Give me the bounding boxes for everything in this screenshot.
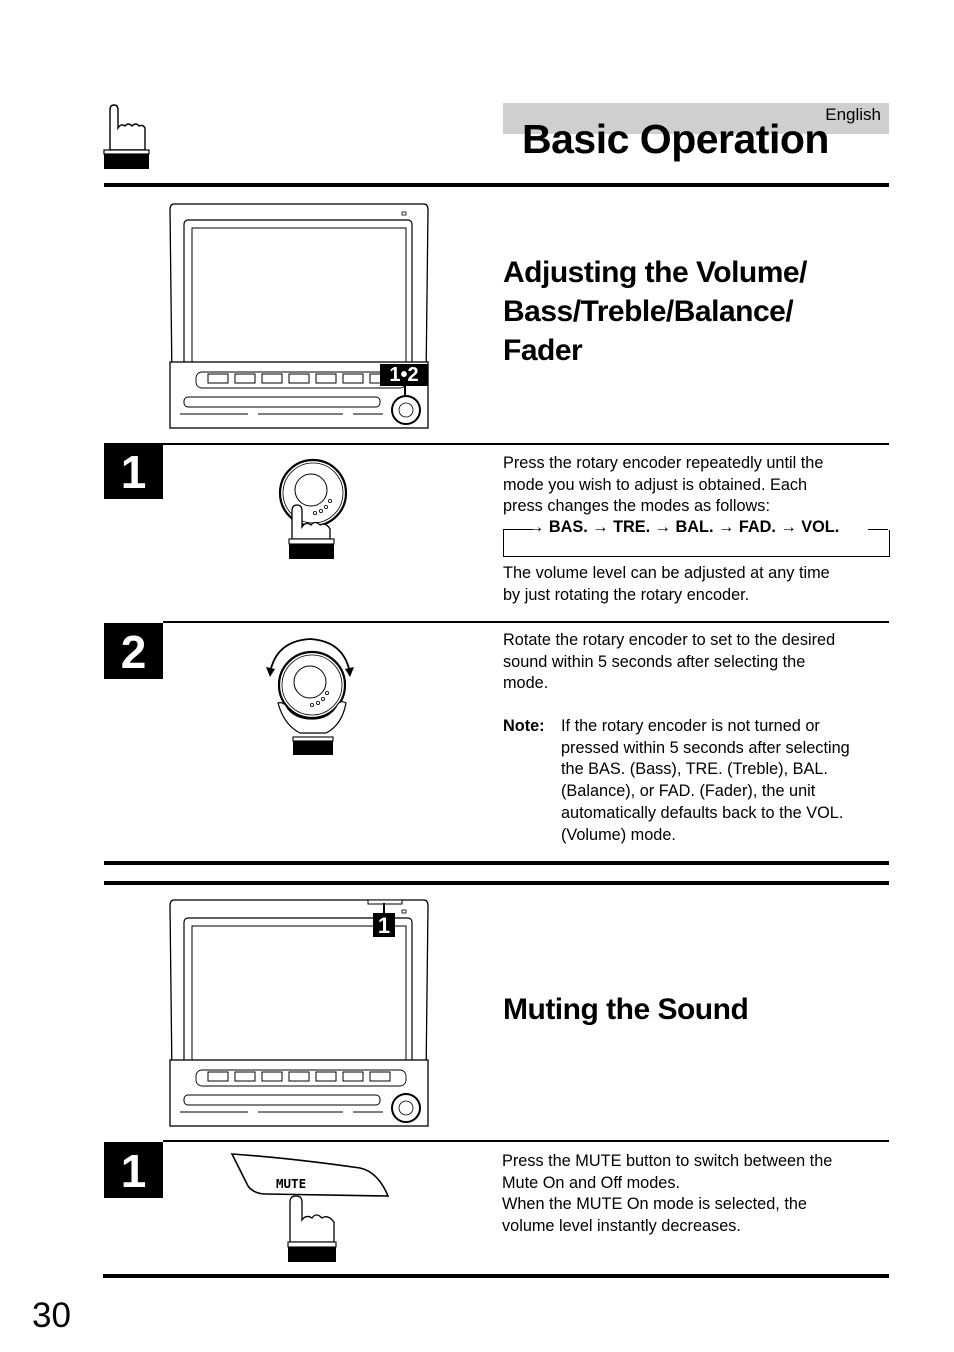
note-label: Note: <box>503 717 545 735</box>
device-callout-badge: 1•2 <box>380 364 428 386</box>
step-number-badge: 2 <box>104 623 163 679</box>
pointing-hand-icon <box>103 104 150 169</box>
device-callout-badge: 1 <box>373 913 395 938</box>
step1-instructions: Press the rotary encoder repeatedly unti… <box>503 454 824 516</box>
hand-pressing-mute-button-icon <box>230 1153 390 1262</box>
mode-bal: BAL. <box>675 518 714 536</box>
hand-rotating-rotary-encoder-icon <box>266 638 354 755</box>
step-divider <box>163 443 889 445</box>
section-title-mute: Muting the Sound <box>503 993 749 1026</box>
mode-cycle-line-right <box>868 529 888 531</box>
hand-pressing-rotary-encoder-icon <box>278 458 348 559</box>
mode-vol: VOL. <box>801 518 840 536</box>
page-number: 30 <box>32 1296 71 1335</box>
head-unit-illustration <box>169 203 429 429</box>
mode-tre: TRE. <box>613 518 651 536</box>
language-label: English <box>825 105 881 124</box>
step-number-badge: 1 <box>104 1142 163 1198</box>
section-title-volume: Adjusting the Volume/ Bass/Treble/Balanc… <box>503 256 807 367</box>
callout-leader <box>404 386 406 396</box>
section-start-divider <box>104 881 889 885</box>
page-title: Basic Operation <box>522 116 829 162</box>
mute-instructions: Press the MUTE button to switch between … <box>502 1152 833 1236</box>
step2-instructions: Rotate the rotary encoder to set to the … <box>503 631 836 693</box>
header-divider <box>104 183 889 187</box>
mute-button-label: MUTE <box>276 1176 307 1191</box>
section-end-divider <box>104 861 889 865</box>
step-divider <box>163 621 889 623</box>
mode-fad: FAD. <box>738 518 776 536</box>
footer-divider <box>103 1274 889 1278</box>
mode-cycle: → BAS. → TRE. → BAL. → FAD. → VOL. <box>528 518 840 536</box>
callout-leader <box>383 903 385 913</box>
step1-volume-note: The volume level can be adjusted at any … <box>503 564 830 604</box>
step-divider <box>163 1140 889 1142</box>
mode-bas: BAS. <box>548 518 588 536</box>
step-number-badge: 1 <box>104 443 163 499</box>
